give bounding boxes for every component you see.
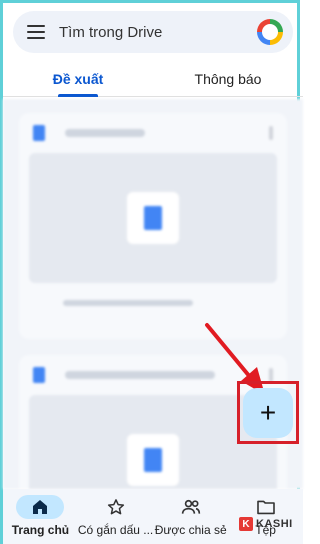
menu-icon[interactable] [27, 25, 45, 39]
nav-starred-label: Có gắn dấu ... [77, 523, 154, 537]
tab-notifications[interactable]: Thông báo [153, 65, 303, 96]
doc-icon [33, 367, 45, 383]
new-button[interactable]: + [243, 388, 293, 438]
more-icon[interactable] [269, 368, 273, 382]
home-icon [33, 500, 48, 514]
plus-icon: + [259, 397, 277, 428]
nav-home[interactable]: Trang chủ [3, 489, 78, 544]
watermark-logo: K KASHI [239, 517, 293, 531]
avatar[interactable] [257, 19, 283, 45]
doc-icon [144, 448, 162, 472]
star-icon [107, 499, 124, 515]
tab-suggested[interactable]: Đề xuất [3, 65, 153, 96]
people-icon [181, 499, 200, 514]
folder-icon [256, 500, 275, 515]
nav-shared-label: Được chia sẻ [154, 523, 227, 537]
file-card[interactable] [19, 113, 287, 339]
more-icon[interactable] [269, 126, 273, 140]
search-bar[interactable]: Tìm trong Drive [13, 11, 293, 53]
doc-icon [144, 206, 162, 230]
file-preview [29, 153, 277, 283]
nav-home-label: Trang chủ [11, 523, 70, 537]
search-input[interactable]: Tìm trong Drive [59, 24, 257, 41]
tab-bar: Đề xuất Thông báo [3, 65, 303, 97]
doc-icon [33, 125, 45, 141]
nav-shared[interactable]: Được chia sẻ [153, 489, 228, 544]
nav-starred[interactable]: Có gắn dấu ... [78, 489, 153, 544]
